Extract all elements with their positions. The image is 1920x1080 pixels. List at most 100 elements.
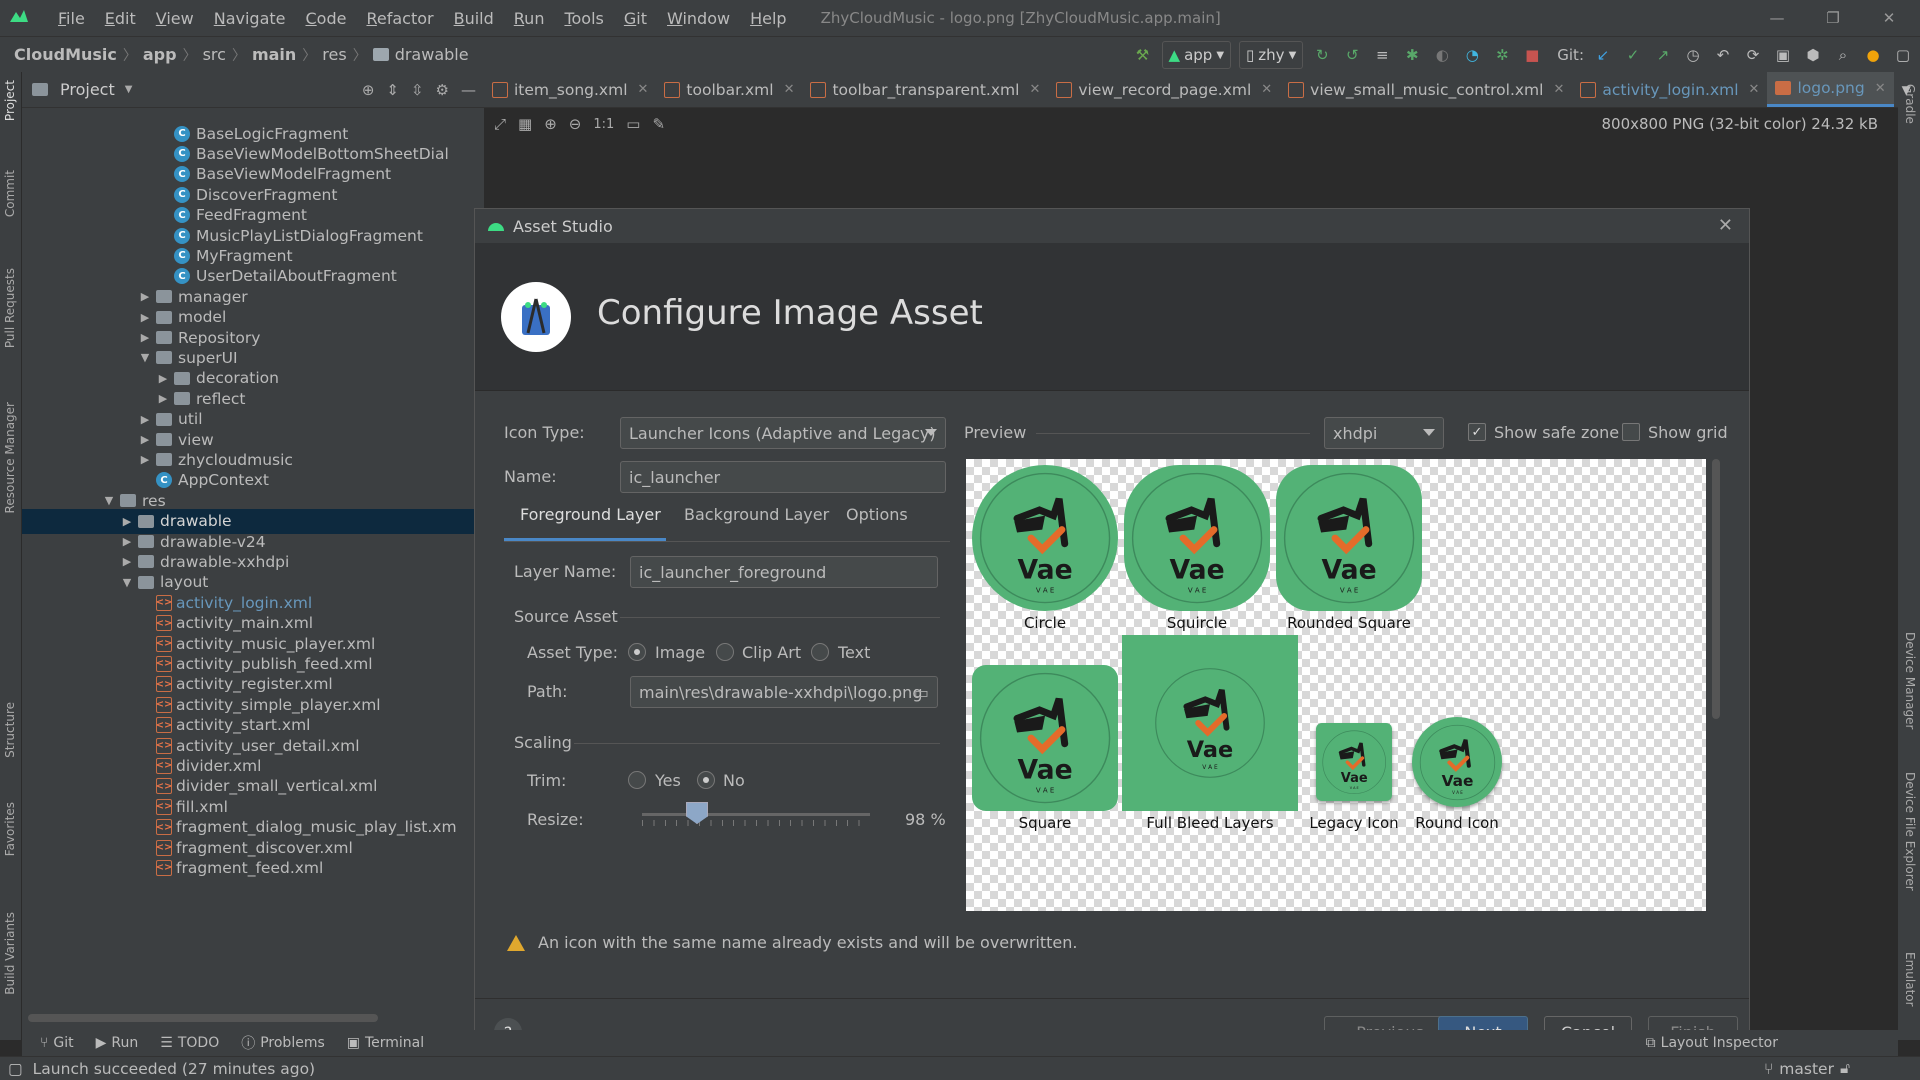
tab-background-layer[interactable]: Background Layer xyxy=(684,505,829,524)
locate-icon[interactable]: ⊕ xyxy=(362,81,375,99)
restore-icon[interactable]: ❐ xyxy=(1810,0,1856,36)
run-config-select[interactable]: ▲ app ▼ xyxy=(1161,41,1232,69)
menu-view[interactable]: View xyxy=(146,9,204,28)
density-select[interactable]: xhdpi xyxy=(1324,417,1444,449)
tool-layout-inspector[interactable]: ⧉ Layout Inspector xyxy=(1646,1035,1778,1051)
project-panel-title[interactable]: Project xyxy=(60,80,115,99)
tab-overflow[interactable]: ▼ xyxy=(1894,72,1919,107)
git-rollback-icon[interactable]: ↶ xyxy=(1712,44,1734,66)
git-branch[interactable]: ⑂ master 🔓︎ xyxy=(1764,1059,1850,1078)
stop-icon[interactable]: ■ xyxy=(1521,44,1543,66)
tool-terminal[interactable]: ▣ Terminal xyxy=(347,1035,424,1051)
menu-refactor[interactable]: Refactor xyxy=(356,9,443,28)
menu-help[interactable]: Help xyxy=(740,9,796,28)
sdk-manager-icon[interactable]: ⬢ xyxy=(1802,44,1824,66)
asset-type-text-radio[interactable] xyxy=(811,643,829,661)
chevron-down-icon[interactable]: ▼ xyxy=(120,576,134,589)
sync-gradle-icon[interactable]: ⟳ xyxy=(1742,44,1764,66)
folder-browse-icon[interactable]: ▭ xyxy=(914,683,929,702)
tab-toolbar[interactable]: toolbar.xml ✕ xyxy=(656,72,802,107)
menu-git[interactable]: Git xyxy=(614,9,657,28)
file-item[interactable]: <> fragment_feed.xml xyxy=(22,855,484,880)
left-tab-build-variants[interactable]: Build Variants xyxy=(3,912,17,995)
chevron-down-icon[interactable]: ▼ xyxy=(102,494,116,507)
tool-problems[interactable]: ⓘ Problems xyxy=(241,1033,325,1053)
menu-tools[interactable]: Tools xyxy=(554,9,613,28)
menu-code[interactable]: Code xyxy=(296,9,357,28)
git-commit-icon[interactable]: ✓ xyxy=(1622,44,1644,66)
chevron-right-icon[interactable]: ▶ xyxy=(156,392,170,405)
profiler-icon[interactable]: ◔ xyxy=(1461,44,1483,66)
logcat-icon[interactable]: ≡ xyxy=(1371,44,1393,66)
close-dialog-icon[interactable]: ✕ xyxy=(1718,215,1733,236)
chevron-right-icon[interactable]: ▶ xyxy=(138,413,152,426)
menu-build[interactable]: Build xyxy=(444,9,504,28)
chevron-right-icon[interactable]: ▶ xyxy=(156,372,170,385)
chevron-right-icon[interactable]: ▶ xyxy=(120,555,134,568)
left-tab-structure[interactable]: Structure xyxy=(3,702,17,758)
tab-item-song[interactable]: item_song.xml ✕ xyxy=(484,72,656,107)
apply-changes-icon[interactable]: ↻ xyxy=(1311,44,1333,66)
chevron-right-icon[interactable]: ▶ xyxy=(120,515,134,528)
left-tab-pull-requests[interactable]: Pull Requests xyxy=(3,268,17,348)
color-picker-icon[interactable]: ✎ xyxy=(652,115,665,133)
trim-no-label[interactable]: No xyxy=(723,771,745,790)
asset-type-text-label[interactable]: Text xyxy=(838,643,870,662)
tool-run[interactable]: ▶ Run xyxy=(96,1035,139,1051)
tab-view-small-music-control[interactable]: view_small_music_control.xml ✕ xyxy=(1280,72,1572,107)
breadcrumb-main[interactable]: main xyxy=(252,45,296,64)
chevron-right-icon[interactable]: ▶ xyxy=(138,433,152,446)
right-tab-emulator[interactable]: Emulator xyxy=(1903,952,1917,1007)
left-tab-favorites[interactable]: Favorites xyxy=(3,802,17,856)
tab-view-record-page[interactable]: view_record_page.xml ✕ xyxy=(1048,72,1280,107)
background-icon[interactable]: ▭ xyxy=(626,115,640,133)
breadcrumb-module[interactable]: app xyxy=(143,45,177,64)
layer-name-field[interactable]: ic_launcher_foreground xyxy=(630,556,938,588)
tab-toolbar-transparent[interactable]: toolbar_transparent.xml ✕ xyxy=(802,72,1048,107)
git-history-icon[interactable]: ◷ xyxy=(1682,44,1704,66)
name-field[interactable]: ic_launcher xyxy=(620,461,946,493)
breadcrumb-res[interactable]: res xyxy=(322,45,346,64)
preview-scrollbar[interactable] xyxy=(1712,459,1720,719)
right-tab-device-file-explorer[interactable]: Device File Explorer xyxy=(1903,772,1917,891)
tab-options[interactable]: Options xyxy=(846,505,908,524)
left-tab-resource-manager[interactable]: Resource Manager xyxy=(3,402,17,513)
status-square-icon[interactable]: ▢ xyxy=(8,1060,23,1078)
right-tab-device-manager[interactable]: Device Manager xyxy=(1903,632,1917,729)
asset-type-clipart-label[interactable]: Clip Art xyxy=(742,643,801,662)
breadcrumb-drawable[interactable]: drawable xyxy=(395,45,469,64)
actual-size-button[interactable]: 1:1 xyxy=(593,117,614,132)
trim-yes-radio[interactable] xyxy=(628,771,646,789)
show-grid-checkbox[interactable] xyxy=(1622,423,1640,441)
trim-yes-label[interactable]: Yes xyxy=(655,771,681,790)
show-grid-label[interactable]: Show grid xyxy=(1648,423,1728,442)
grid-icon[interactable]: ▦ xyxy=(518,115,532,133)
show-safe-zone-checkbox[interactable]: ✓ xyxy=(1468,423,1486,441)
resize-slider-track[interactable] xyxy=(642,813,870,816)
tab-logo-png[interactable]: logo.png ✕ xyxy=(1767,72,1894,107)
tree-horizontal-scrollbar[interactable] xyxy=(28,1014,378,1022)
git-push-icon[interactable]: ↗ xyxy=(1652,44,1674,66)
tab-foreground-layer[interactable]: Foreground Layer xyxy=(520,505,661,524)
path-field[interactable]: main\res\drawable-xxhdpi\logo.png ▭ xyxy=(630,676,938,708)
chevron-down-icon[interactable]: ▼ xyxy=(125,84,133,95)
close-window-icon[interactable]: ✕ xyxy=(1866,0,1912,36)
asset-type-image-label[interactable]: Image xyxy=(655,643,705,662)
zoom-in-icon[interactable]: ⊕ xyxy=(544,115,557,133)
expand-all-icon[interactable]: ⇕ xyxy=(386,81,399,99)
apply-code-changes-icon[interactable]: ↺ xyxy=(1341,44,1363,66)
left-tab-project[interactable]: Project xyxy=(3,80,17,121)
asset-type-clipart-radio[interactable] xyxy=(716,643,734,661)
menu-file[interactable]: File xyxy=(48,9,95,28)
chevron-right-icon[interactable]: ▶ xyxy=(120,535,134,548)
hammer-icon[interactable]: ⚒ xyxy=(1132,44,1154,66)
menu-run[interactable]: Run xyxy=(504,9,555,28)
attach-process-icon[interactable]: ✲ xyxy=(1491,44,1513,66)
debug-icon[interactable]: ✱ xyxy=(1401,44,1423,66)
menu-edit[interactable]: Edit xyxy=(95,9,146,28)
git-update-icon[interactable]: ↙ xyxy=(1592,44,1614,66)
account-icon[interactable]: ▢ xyxy=(1892,44,1914,66)
chevron-right-icon[interactable]: ▶ xyxy=(138,311,152,324)
minimize-icon[interactable]: — xyxy=(1754,0,1800,36)
tool-git[interactable]: ⑂ Git xyxy=(40,1035,74,1051)
